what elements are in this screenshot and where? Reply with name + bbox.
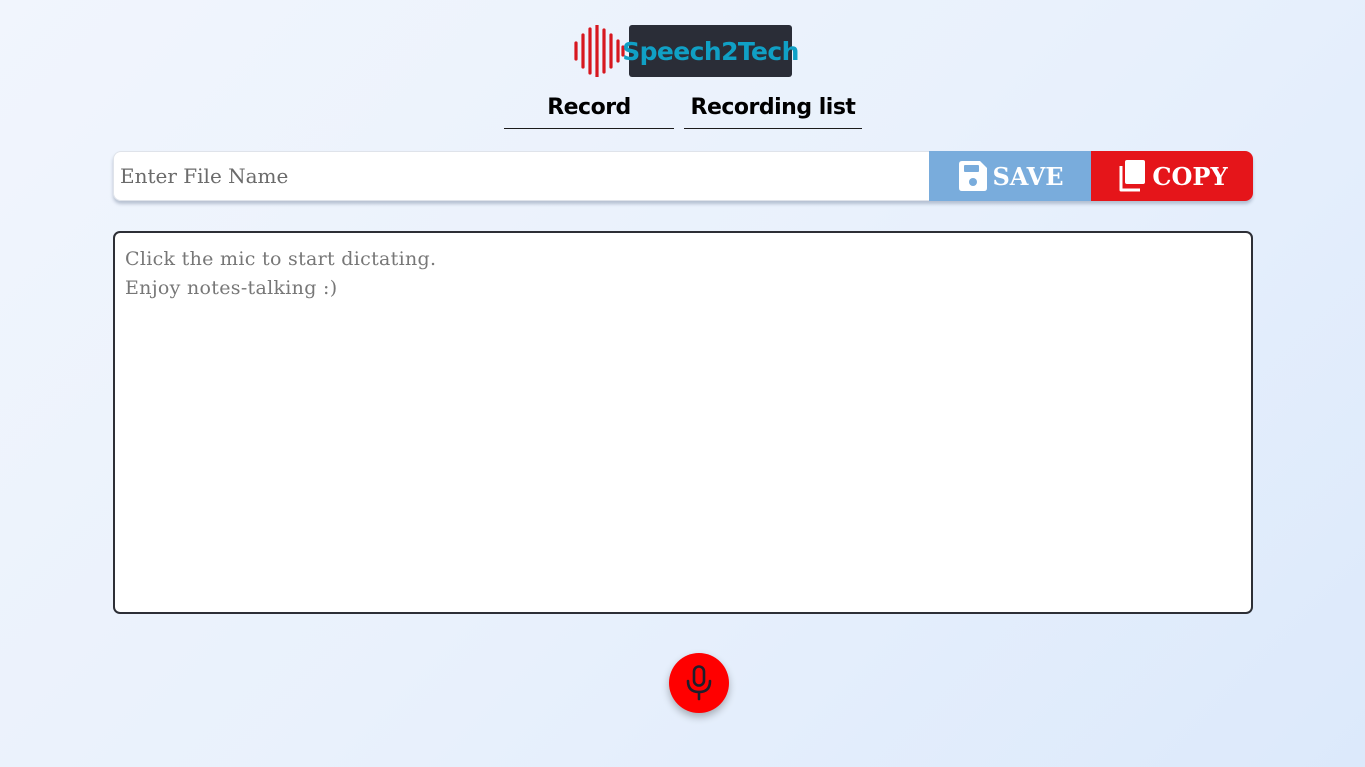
note-line: Enjoy notes-talking :) — [125, 277, 338, 299]
file-toolbar: SAVE COPY — [113, 151, 1253, 201]
save-button[interactable]: SAVE — [929, 151, 1091, 201]
file-name-input[interactable] — [113, 151, 929, 201]
floppy-disk-icon — [959, 161, 988, 191]
tab-record[interactable]: Record — [504, 95, 674, 129]
brand-name: Speech2Tech — [622, 36, 799, 66]
app-logo: Speech2Tech — [573, 25, 799, 77]
mic-button[interactable] — [669, 653, 729, 713]
note-line: Click the mic to start dictating. — [125, 248, 437, 270]
microphone-icon — [686, 665, 712, 701]
tab-recording-list[interactable]: Recording list — [684, 95, 862, 129]
save-button-label: SAVE — [992, 161, 1064, 191]
sound-wave-icon — [574, 25, 625, 77]
brand-box: Speech2Tech — [622, 25, 799, 77]
copy-icon — [1119, 160, 1146, 192]
copy-button[interactable]: COPY — [1091, 151, 1253, 201]
dictation-textarea[interactable]: Click the mic to start dictating. Enjoy … — [113, 231, 1253, 614]
copy-button-label: COPY — [1152, 161, 1228, 191]
